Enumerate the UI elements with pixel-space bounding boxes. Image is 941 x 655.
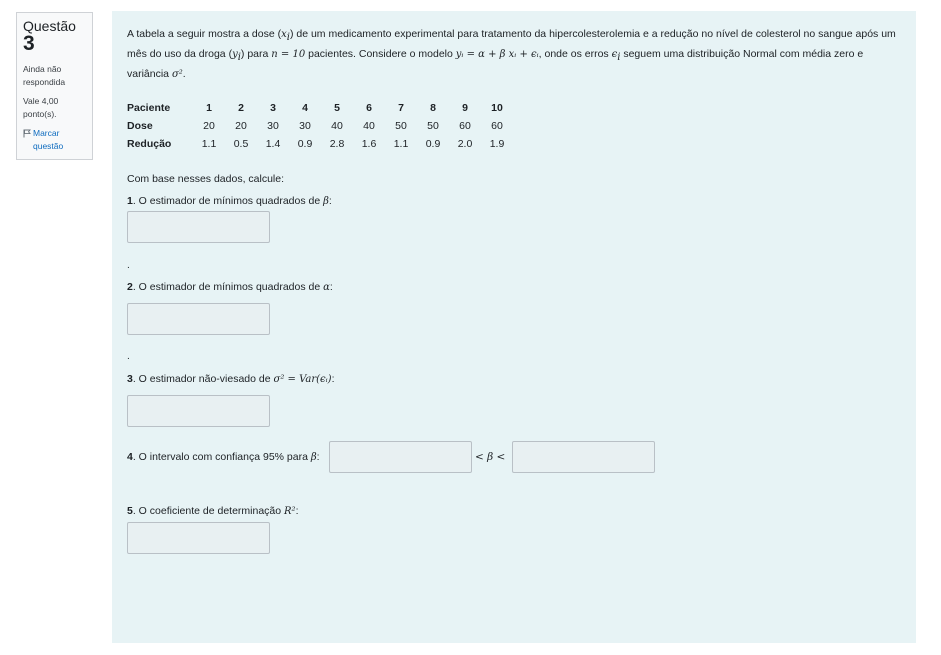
table-cell: 40 [331,120,343,132]
table-cell: 50 [395,120,407,132]
table-cell: 4 [302,102,308,114]
table-cell: 40 [363,120,375,132]
separator-dot: . [127,351,130,362]
table-cell: 7 [398,102,404,114]
question-info-panel: Questão 3 Ainda não respondida Vale 4,00… [16,12,93,160]
answer-4-lower-input[interactable] [329,441,472,473]
item-1-text: 1. O estimador de mínimos quadrados de β… [127,195,332,207]
table-cell: 30 [267,120,279,132]
table-cell: 20 [235,120,247,132]
table-cell: 0.5 [233,138,249,150]
flag-question-link[interactable]: Marcar questão [23,127,86,153]
table-cell: 1.9 [489,138,505,150]
table-cell: 20 [203,120,215,132]
question-content: A tabela a seguir mostra a dose (xi) de … [112,11,916,643]
table-cell: 1.4 [265,138,281,150]
table-row: Redução 1.1 0.5 1.4 0.9 2.8 1.6 1.1 0.9 … [124,135,513,153]
table-cell: 1 [206,102,212,114]
answer-3-input[interactable] [127,395,270,427]
prompt-text: Com base nesses dados, calcule: [127,173,285,185]
item-4-text: 4. O intervalo com confiança 95% para β: [127,451,320,463]
table-cell: 60 [491,120,503,132]
flag-icon [23,129,33,153]
table-cell: 3 [270,102,276,114]
interval-symbol: < β < [475,451,506,463]
flag-label: Marcar questão [33,128,64,151]
data-table: Paciente 1 2 3 4 5 6 7 8 9 10 Dose 20 20… [124,99,513,153]
answer-1-input[interactable] [127,211,270,243]
separator-dot: . [127,260,130,271]
table-cell: 1.6 [361,138,377,150]
table-cell: 2 [238,102,244,114]
question-number: 3 [23,32,35,55]
table-cell: 0.9 [425,138,441,150]
table-row: Paciente 1 2 3 4 5 6 7 8 9 10 [124,99,513,117]
item-3-text: 3. O estimador não-viesado de σ² = Var(ϵ… [127,373,335,385]
table-cell: 1.1 [393,138,409,150]
table-cell: 1.1 [201,138,217,150]
table-cell: 8 [430,102,436,114]
item-2-text: 2. O estimador de mínimos quadrados de α… [127,281,333,293]
answer-4-upper-input[interactable] [512,441,655,473]
table-row: Dose 20 20 30 30 40 40 50 50 60 60 [124,117,513,135]
table-cell: 50 [427,120,439,132]
table-cell: 2.0 [457,138,473,150]
table-cell: 2.8 [329,138,345,150]
question-text: A tabela a seguir mostra a dose (xi) de … [127,28,896,81]
table-cell: 6 [366,102,372,114]
answer-5-input[interactable] [127,522,270,554]
table-cell: 5 [334,102,340,114]
table-cell: 30 [299,120,311,132]
table-cell: 10 [491,102,503,114]
row-label: Paciente [127,102,171,114]
table-cell: 9 [462,102,468,114]
question-grade: Vale 4,00 ponto(s). [23,96,59,119]
answer-2-input[interactable] [127,303,270,335]
row-label: Dose [127,120,153,132]
table-cell: 60 [459,120,471,132]
table-cell: 0.9 [297,138,313,150]
question-state: Ainda não respondida [23,64,66,87]
item-5-text: 5. O coeficiente de determinação R²: [127,505,299,517]
row-label: Redução [127,138,172,150]
